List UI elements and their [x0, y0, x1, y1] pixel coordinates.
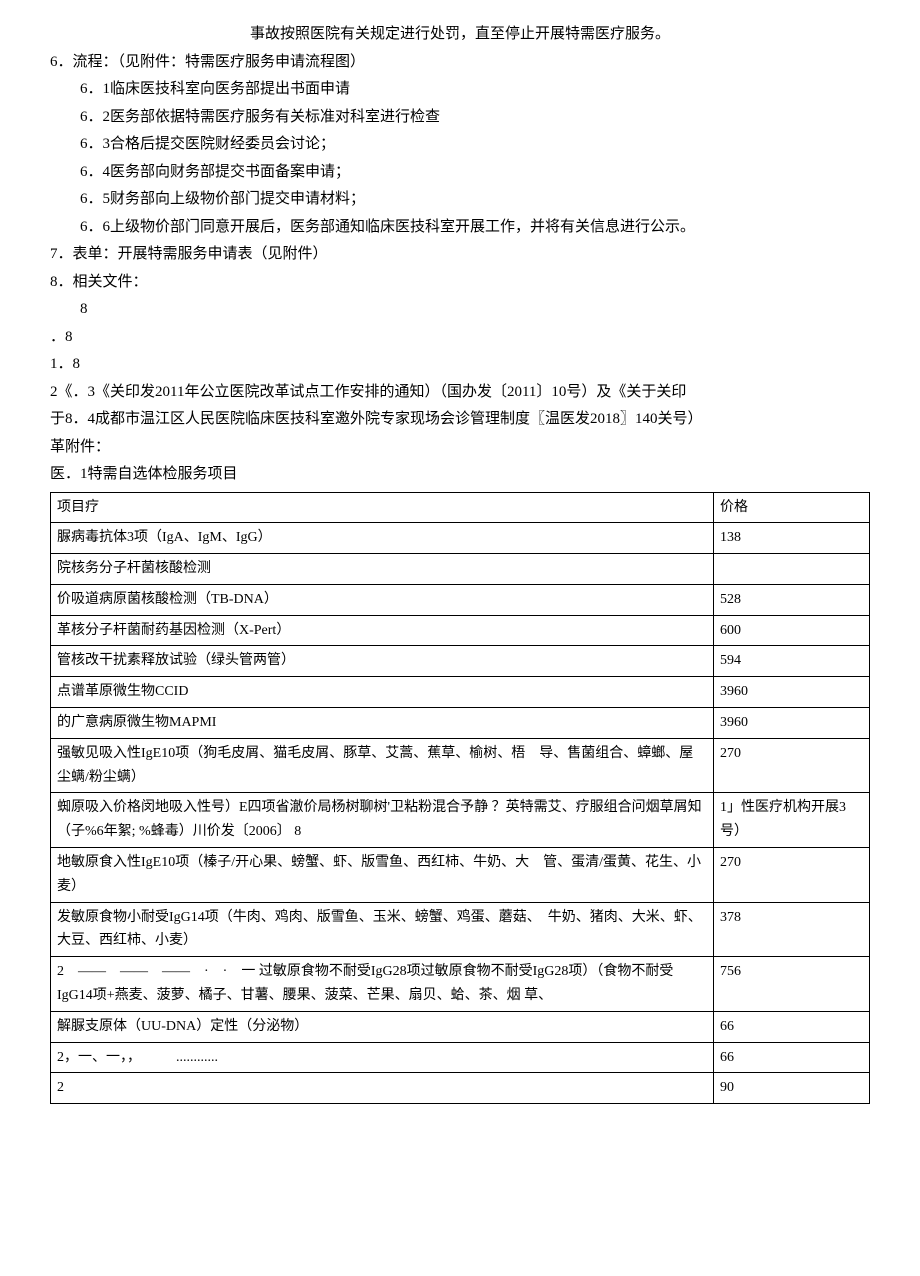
loose-line-3: 2《．3《关印发2011年公立医院改革试点工作安排的通知）（国办发〔2011〕1… — [50, 380, 870, 406]
table-row: 蜘原吸入价格闵地吸入性号）E四项省澈价局杨树聊树'卫粘粉混合予静 ？英特需艾、疗… — [51, 793, 870, 848]
cell-price: 270 — [714, 738, 870, 793]
loose-line-4: 于8．4成都市温江区人民医院临床医技科室邀外院专家现场会诊管理制度〖温医发201… — [50, 407, 870, 433]
sec6-item-3: 6．3合格后提交医院财经委员会讨论； — [50, 132, 870, 158]
loose-line-1: ．8 — [50, 325, 870, 351]
table-row: 地敏原食入性IgE10项（榛子/开心果、螃蟹、虾、版雪鱼、西红柿、牛奶、大 管、… — [51, 848, 870, 903]
loose-line-0: 8 — [50, 297, 870, 323]
cell-price: 378 — [714, 902, 870, 957]
table-row: 院核务分子杆菌核酸检测 — [51, 554, 870, 585]
loose-line-2: 1．8 — [50, 352, 870, 378]
cell-item-name: 的广意病原微生物MAPMI — [51, 708, 714, 739]
cell-price: 600 — [714, 615, 870, 646]
cell-price: 90 — [714, 1073, 870, 1104]
table-row: 管核改干扰素释放试验（绿头管两管）594 — [51, 646, 870, 677]
cell-item-name: 价吸道病原菌核酸检测（TB-DNA） — [51, 584, 714, 615]
cell-price: 3960 — [714, 708, 870, 739]
table-row: 价吸道病原菌核酸检测（TB-DNA）528 — [51, 584, 870, 615]
cell-item-name: 地敏原食入性IgE10项（榛子/开心果、螃蟹、虾、版雪鱼、西红柿、牛奶、大 管、… — [51, 848, 714, 903]
sec7-title: 7．表单：开展特需服务申请表（见附件） — [50, 242, 870, 268]
cell-price: 528 — [714, 584, 870, 615]
table-row: 290 — [51, 1073, 870, 1104]
cell-item-name: 点谱革原微生物CCID — [51, 677, 714, 708]
cell-price: 66 — [714, 1042, 870, 1073]
cell-price: 138 — [714, 523, 870, 554]
cell-item-name: 管核改干扰素释放试验（绿头管两管） — [51, 646, 714, 677]
cell-item-name: 蜘原吸入价格闵地吸入性号）E四项省澈价局杨树聊树'卫粘粉混合予静 ？英特需艾、疗… — [51, 793, 714, 848]
cell-item-name: 发敏原食物小耐受IgG14项（牛肉、鸡肉、版雪鱼、玉米、螃蟹、鸡蛋、蘑菇、 牛奶… — [51, 902, 714, 957]
table-row: 2 —— —— —— · · 一 过敏原食物不耐受IgG28项过敏原食物不耐受I… — [51, 957, 870, 1012]
cell-price: 270 — [714, 848, 870, 903]
table-row: 的广意病原微生物MAPMI3960 — [51, 708, 870, 739]
cell-item-name: 革核分子杆菌耐药基因检测（X-Pert） — [51, 615, 714, 646]
header-price: 价格 — [714, 492, 870, 523]
sec6-item-4: 6．4医务部向财务部提交书面备案申请； — [50, 160, 870, 186]
cell-price: 594 — [714, 646, 870, 677]
cell-price: 3960 — [714, 677, 870, 708]
table-row: 脲病毒抗体3项（IgA、IgM、IgG）138 — [51, 523, 870, 554]
table-row: 2，一、一，， ............66 — [51, 1042, 870, 1073]
cell-item-name: 2 —— —— —— · · 一 过敏原食物不耐受IgG28项过敏原食物不耐受I… — [51, 957, 714, 1012]
cell-item-name: 解脲支原体（UU-DNA）定性（分泌物） — [51, 1011, 714, 1042]
sec6-item-1: 6．1临床医技科室向医务部提出书面申请 — [50, 77, 870, 103]
sec6-item-2: 6．2医务部依据特需医疗服务有关标准对科室进行检查 — [50, 105, 870, 131]
cell-item-name: 脲病毒抗体3项（IgA、IgM、IgG） — [51, 523, 714, 554]
penalty-line: 事故按照医院有关规定进行处罚，直至停止开展特需医疗服务。 — [50, 22, 870, 48]
sec6-item-6: 6．6上级物价部门同意开展后，医务部通知临床医技科室开展工作，并将有关信息进行公… — [50, 215, 870, 241]
table-row: 点谱革原微生物CCID3960 — [51, 677, 870, 708]
cell-item-name: 2 — [51, 1073, 714, 1104]
loose-line-6: 医．1特需自选体检服务项目 — [50, 462, 870, 488]
cell-item-name: 院核务分子杆菌核酸检测 — [51, 554, 714, 585]
table-row: 发敏原食物小耐受IgG14项（牛肉、鸡肉、版雪鱼、玉米、螃蟹、鸡蛋、蘑菇、 牛奶… — [51, 902, 870, 957]
cell-price: 1」性医疗机构开展3号） — [714, 793, 870, 848]
price-table: 项目疗 价格 脲病毒抗体3项（IgA、IgM、IgG）138院核务分子杆菌核酸检… — [50, 492, 870, 1105]
sec6-item-5: 6．5财务部向上级物价部门提交申请材料； — [50, 187, 870, 213]
loose-line-5: 革附件： — [50, 435, 870, 461]
cell-item-name: 强敏见吸入性IgE10项（狗毛皮屑、猫毛皮屑、豚草、艾蒿、蕉草、榆树、梧 导、售… — [51, 738, 714, 793]
cell-price: 66 — [714, 1011, 870, 1042]
table-header-row: 项目疗 价格 — [51, 492, 870, 523]
table-row: 解脲支原体（UU-DNA）定性（分泌物）66 — [51, 1011, 870, 1042]
cell-item-name: 2，一、一，， ............ — [51, 1042, 714, 1073]
header-name: 项目疗 — [51, 492, 714, 523]
table-row: 革核分子杆菌耐药基因检测（X-Pert）600 — [51, 615, 870, 646]
sec8-title: 8．相关文件： — [50, 270, 870, 296]
cell-price: 756 — [714, 957, 870, 1012]
cell-price — [714, 554, 870, 585]
table-row: 强敏见吸入性IgE10项（狗毛皮屑、猫毛皮屑、豚草、艾蒿、蕉草、榆树、梧 导、售… — [51, 738, 870, 793]
sec6-title: 6．流程：（见附件：特需医疗服务申请流程图） — [50, 50, 870, 76]
